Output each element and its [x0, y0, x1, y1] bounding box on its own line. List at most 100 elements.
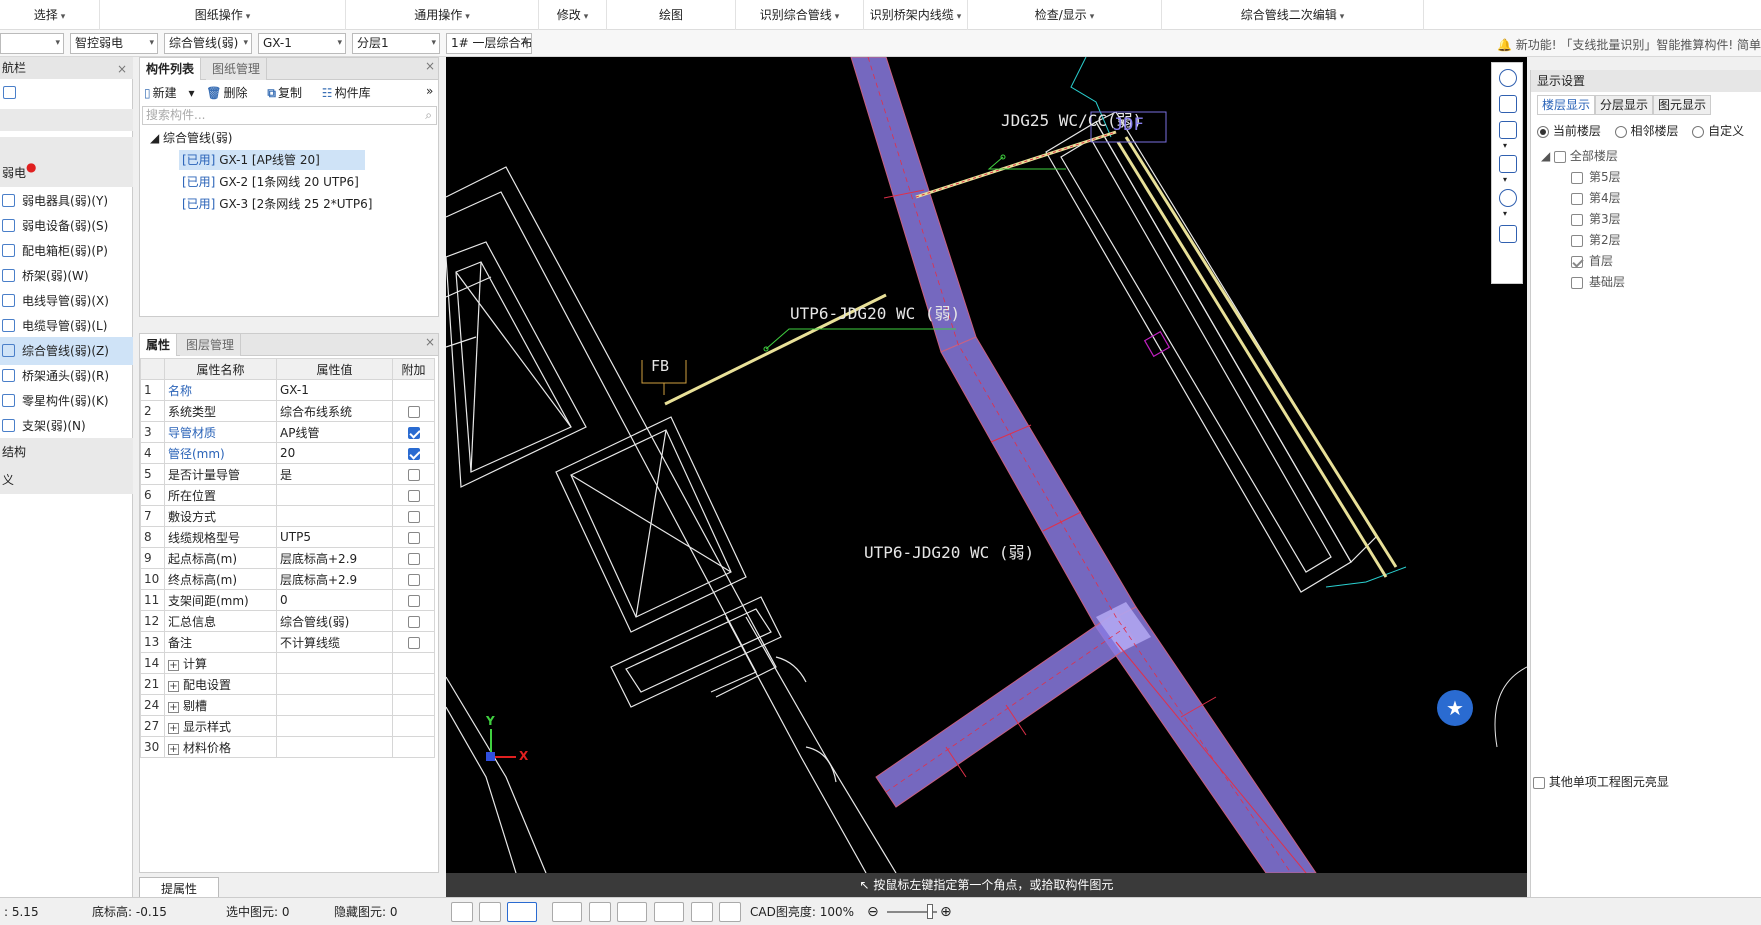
- tree-root[interactable]: ◢ 综合管线(弱): [150, 128, 232, 148]
- extra-checkbox[interactable]: [407, 405, 420, 418]
- extra-checkbox[interactable]: [407, 489, 420, 502]
- cube-icon[interactable]: [1499, 121, 1517, 139]
- nav-group-weak[interactable]: 弱电 ●: [0, 159, 133, 187]
- property-row[interactable]: 1 名称 GX-1: [140, 379, 435, 401]
- property-value[interactable]: [276, 694, 393, 716]
- nav-group-structure[interactable]: 结构: [0, 438, 133, 466]
- property-row[interactable]: 4 管径(mm) 20: [140, 442, 435, 464]
- property-row[interactable]: 6 所在位置: [140, 484, 435, 506]
- all-floors-checkbox[interactable]: [1554, 150, 1567, 163]
- tree-item-gx1[interactable]: [已用] GX-1 [AP线管 20]: [179, 150, 365, 170]
- search-icon[interactable]: ⌕: [425, 107, 432, 124]
- all-floors-item[interactable]: ◢ 全部楼层: [1541, 146, 1618, 166]
- property-value[interactable]: [276, 484, 393, 506]
- menu-drawing-ops[interactable]: 图纸操作 ▾: [100, 0, 346, 30]
- property-row[interactable]: 3 导管材质 AP线管: [140, 421, 435, 443]
- floor-checkbox[interactable]: [1571, 255, 1583, 268]
- nav-item-1[interactable]: 弱电设备(弱)(S): [0, 212, 133, 240]
- floor-checkbox[interactable]: [1571, 192, 1583, 205]
- property-row[interactable]: 14 + 计算: [140, 652, 435, 674]
- rect-select-button[interactable]: [507, 902, 537, 922]
- menu-pipeline-edit[interactable]: 综合管线二次编辑 ▾: [1162, 0, 1424, 30]
- type-combo[interactable]: 综合管线(弱) ▾: [164, 33, 252, 54]
- zoom-in-icon[interactable]: ⊕: [940, 898, 952, 925]
- property-row[interactable]: 5 是否计量导管 是: [140, 463, 435, 485]
- tab-properties[interactable]: 属性: [140, 334, 178, 356]
- floor-checkbox[interactable]: [1571, 234, 1583, 247]
- floor-combo[interactable]: ▾: [0, 33, 64, 54]
- expand-icon[interactable]: +: [168, 680, 179, 692]
- close-icon[interactable]: ×: [425, 59, 435, 73]
- menu-common-ops[interactable]: 通用操作 ▾: [346, 0, 539, 30]
- property-value[interactable]: [276, 715, 393, 737]
- tree-item-gx3[interactable]: [已用] GX-3 [2条网线 25 2*UTP6]: [182, 194, 372, 214]
- tab-layer-display[interactable]: 分层显示: [1595, 95, 1654, 115]
- expand-icon[interactable]: +: [168, 701, 179, 713]
- menu-select[interactable]: 选择 ▾: [0, 0, 100, 30]
- extra-checkbox[interactable]: [407, 636, 420, 649]
- menu-modify[interactable]: 修改 ▾: [539, 0, 607, 30]
- angle-button[interactable]: [617, 902, 647, 922]
- layer-combo[interactable]: 分层1 ▾: [352, 33, 440, 54]
- extra-checkbox[interactable]: [407, 531, 420, 544]
- extra-checkbox[interactable]: [407, 552, 420, 565]
- tab-element-display[interactable]: 图元显示: [1653, 95, 1712, 115]
- extra-checkbox[interactable]: [407, 573, 420, 586]
- cube-solid-icon[interactable]: [1499, 155, 1517, 173]
- property-value[interactable]: GX-1: [276, 379, 393, 401]
- chevron-down-icon[interactable]: ▾: [1503, 141, 1507, 150]
- property-row[interactable]: 7 敷设方式: [140, 505, 435, 527]
- list-view-icon[interactable]: [1499, 225, 1517, 243]
- property-row[interactable]: 11 支架间距(mm) 0: [140, 589, 435, 611]
- extra-checkbox[interactable]: [407, 594, 420, 607]
- new-button[interactable]: ▯ 新建 ▾: [144, 84, 194, 101]
- expand-icon[interactable]: +: [168, 659, 179, 671]
- delete-button[interactable]: 🗑 删除: [206, 84, 255, 101]
- nav-item-6[interactable]: 综合管线(弱)(Z): [0, 337, 133, 365]
- nav-item-9[interactable]: 支架(弱)(N): [0, 412, 133, 440]
- nav-item-8[interactable]: 零星构件(弱)(K): [0, 387, 133, 415]
- rotate-icon[interactable]: [1499, 189, 1517, 207]
- extra-checkbox[interactable]: [407, 615, 420, 628]
- menu-identify-pipeline[interactable]: 识别综合管线 ▾: [736, 0, 864, 30]
- radio-adjacent-floor[interactable]: 相邻楼层: [1614, 124, 1679, 138]
- collapse-icon[interactable]: ◢: [150, 131, 163, 145]
- menu-identify-tray-cable[interactable]: 识别桥架内线缆 ▾: [864, 0, 968, 30]
- property-value[interactable]: 0: [276, 589, 393, 611]
- floor-item[interactable]: 基础层: [1571, 272, 1625, 292]
- property-value[interactable]: 层底标高+2.9: [276, 568, 393, 590]
- component-search-input[interactable]: 搜索构件... ⌕: [142, 106, 437, 125]
- view-3d-icon[interactable]: [1499, 95, 1517, 113]
- collapse-icon[interactable]: ◢: [1541, 149, 1554, 163]
- nav-item-0[interactable]: 弱电器具(弱)(Y): [0, 187, 133, 215]
- offset-button[interactable]: [654, 902, 684, 922]
- close-icon[interactable]: ×: [117, 58, 127, 79]
- layer-button[interactable]: [691, 902, 713, 922]
- favorite-star-button[interactable]: ★: [1437, 690, 1473, 726]
- property-row[interactable]: 9 起点标高(m) 层底标高+2.9: [140, 547, 435, 569]
- radio-custom[interactable]: 自定义: [1692, 124, 1744, 138]
- nav-group-custom[interactable]: 义: [0, 466, 133, 494]
- extra-checkbox[interactable]: [407, 447, 420, 460]
- floor-item[interactable]: 第2层: [1571, 230, 1621, 250]
- feature-notice[interactable]: 🔔 新功能! 「支线批量识别」智能推算构件! 简单: [1497, 36, 1761, 53]
- property-row[interactable]: 10 终点标高(m) 层底标高+2.9: [140, 568, 435, 590]
- floor-item[interactable]: 首层: [1571, 251, 1613, 271]
- tab-floor-display[interactable]: 楼层显示: [1537, 95, 1596, 115]
- nav-item-4[interactable]: 电线导管(弱)(X): [0, 287, 133, 315]
- menu-draw[interactable]: 绘图: [607, 0, 736, 30]
- extra-checkbox[interactable]: [407, 468, 420, 481]
- nav-item-2[interactable]: 配电箱柜(弱)(P): [0, 237, 133, 265]
- property-value[interactable]: 20: [276, 442, 393, 464]
- property-value[interactable]: [276, 673, 393, 695]
- property-row[interactable]: 21 + 配电设置: [140, 673, 435, 695]
- menu-check-display[interactable]: 检查/显示 ▾: [968, 0, 1162, 30]
- tab-layer-management[interactable]: 图层管理: [180, 334, 242, 356]
- property-value[interactable]: 是: [276, 463, 393, 485]
- floor-checkbox[interactable]: [1571, 276, 1583, 289]
- property-value[interactable]: [276, 736, 393, 758]
- property-value[interactable]: 综合布线系统: [276, 400, 393, 422]
- cad-canvas[interactable]: JDG25 WC/CC(弱) JDF UTP6-JDG20 WC (弱) UTP…: [446, 57, 1527, 897]
- floor-checkbox[interactable]: [1571, 171, 1583, 184]
- close-icon[interactable]: ×: [425, 335, 435, 349]
